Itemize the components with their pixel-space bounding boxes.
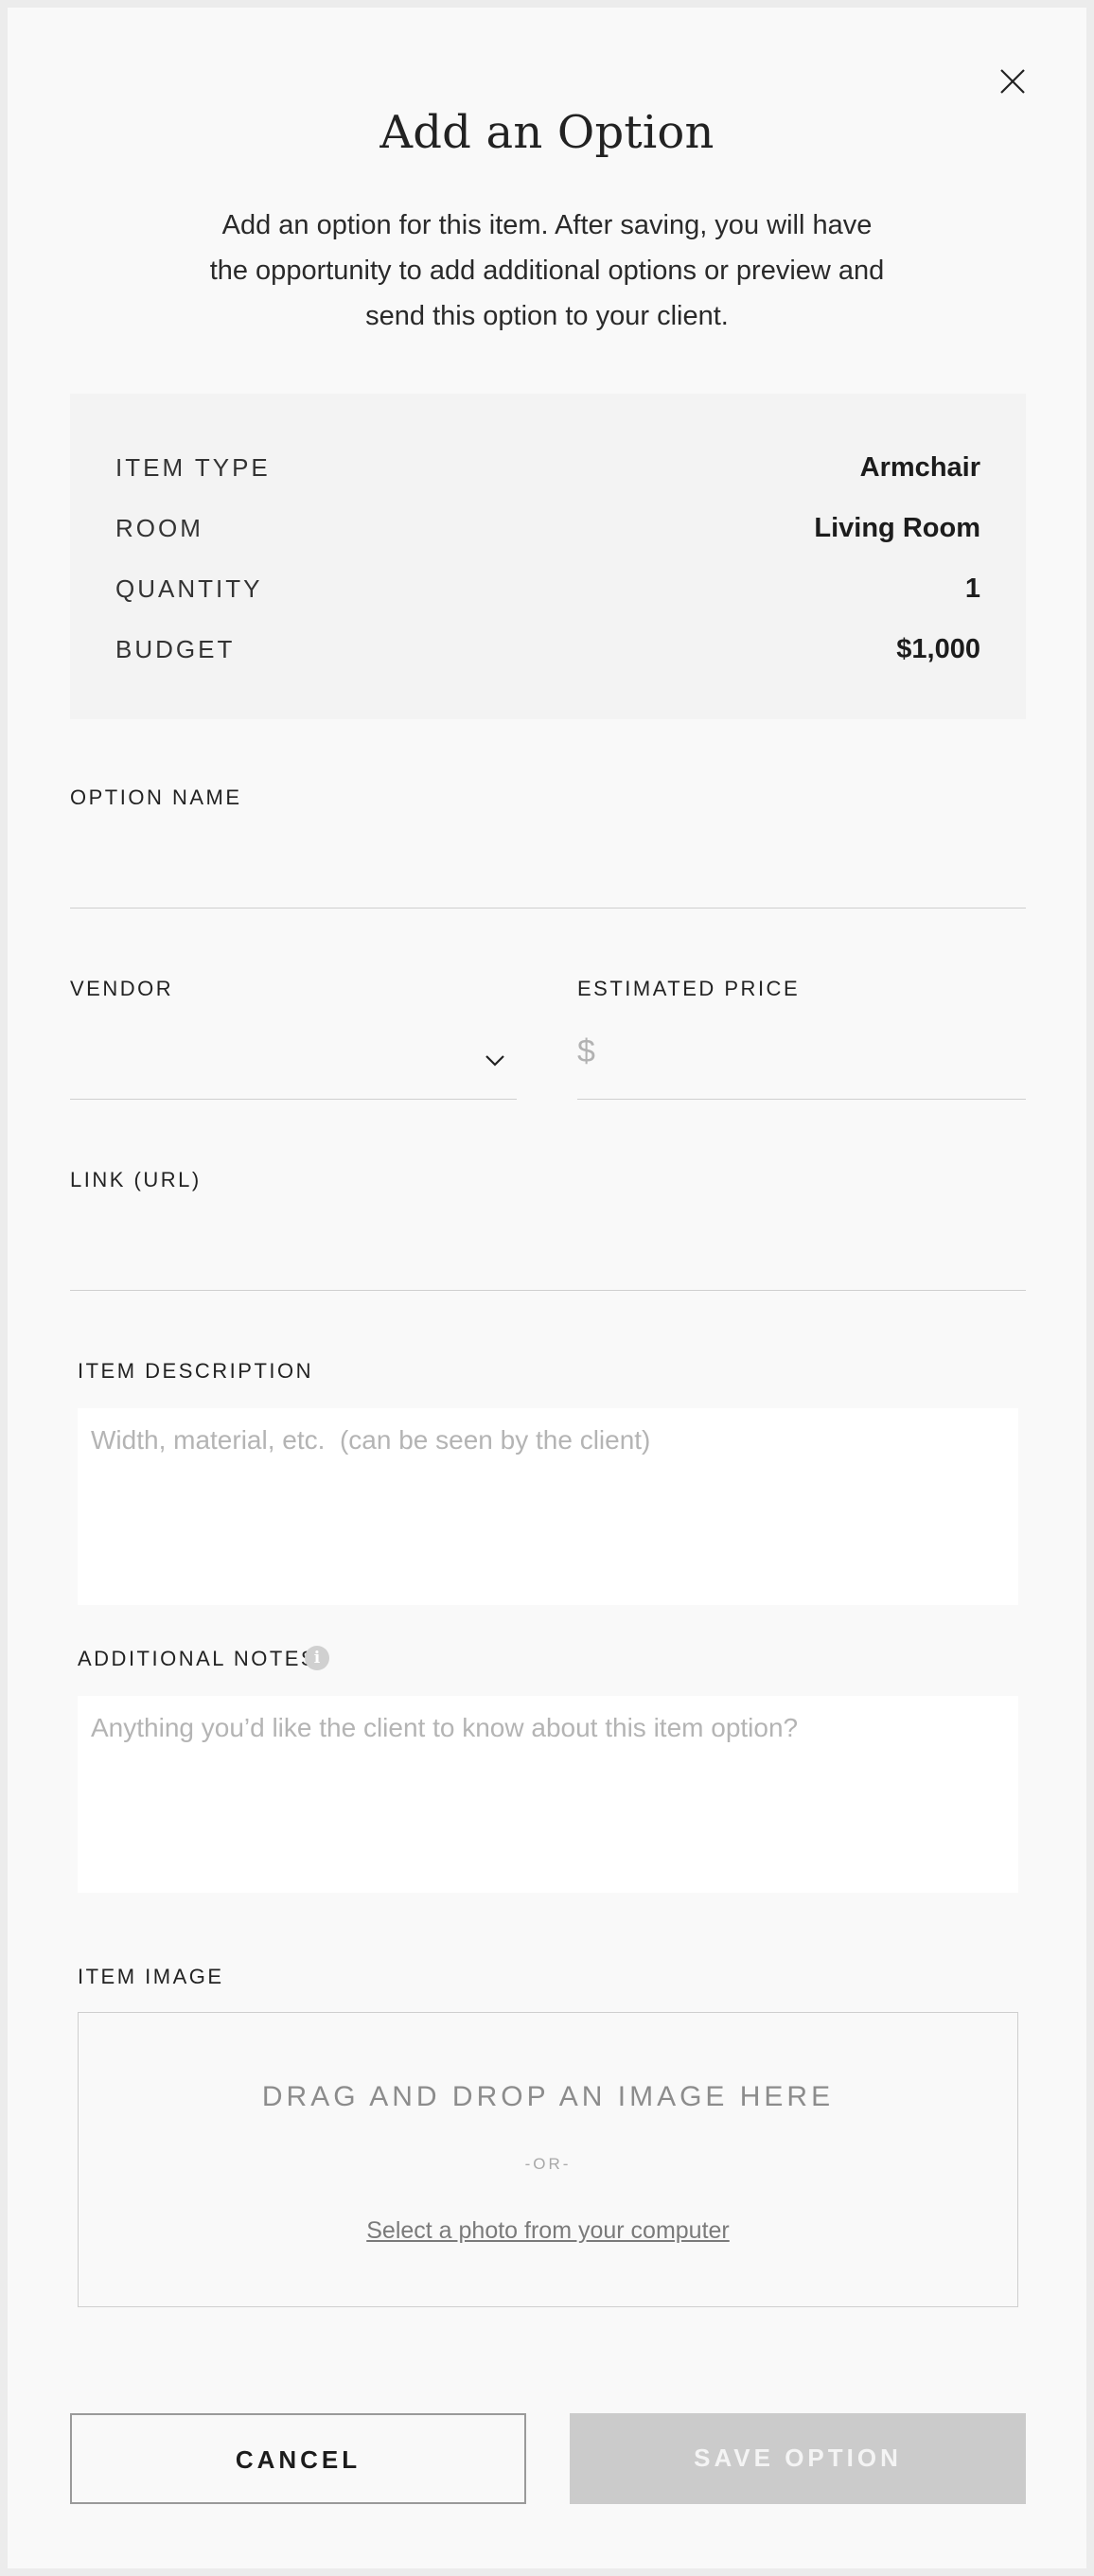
- estimated-price-label: ESTIMATED PRICE: [577, 977, 801, 1000]
- item-description-label: ITEM DESCRIPTION: [78, 1359, 314, 1383]
- modal-subtitle: Add an option for this item. After savin…: [209, 210, 885, 331]
- dropzone-or-text: -OR-: [524, 2155, 572, 2173]
- additional-notes-textarea[interactable]: [78, 1696, 1018, 1893]
- chevron-down-icon: [485, 1055, 504, 1067]
- vendor-select[interactable]: [70, 1016, 517, 1100]
- dropzone-text: DRAG AND DROP AN IMAGE HERE: [261, 2081, 835, 2112]
- summary-row-room: ROOM Living Room: [115, 509, 980, 547]
- summary-value: Living Room: [814, 513, 980, 543]
- cancel-button[interactable]: CANCEL: [70, 2413, 526, 2504]
- summary-value: 1: [964, 573, 980, 604]
- summary-label: QUANTITY: [115, 574, 263, 603]
- summary-label: ROOM: [115, 514, 203, 542]
- estimated-price-input[interactable]: [577, 1016, 1026, 1100]
- summary-value: Armchair: [859, 452, 980, 483]
- info-icon[interactable]: i: [305, 1646, 329, 1670]
- summary-label: BUDGET: [115, 635, 236, 663]
- item-summary-panel: ITEM TYPE Armchair ROOM Living Room QUAN…: [70, 394, 1026, 719]
- image-dropzone[interactable]: DRAG AND DROP AN IMAGE HERE -OR- Select …: [78, 2012, 1018, 2307]
- summary-row-item-type: ITEM TYPE Armchair: [115, 449, 980, 486]
- option-name-input[interactable]: [70, 827, 1026, 909]
- summary-row-budget: BUDGET $1,000: [115, 630, 980, 668]
- link-url-label: LINK (URL): [70, 1168, 202, 1191]
- save-option-button[interactable]: SAVE OPTION: [570, 2413, 1026, 2504]
- additional-notes-label: ADDITIONAL NOTES: [78, 1647, 318, 1670]
- option-name-label: OPTION NAME: [70, 785, 242, 809]
- link-url-input[interactable]: [70, 1208, 1026, 1291]
- summary-value: $1,000: [896, 634, 980, 664]
- summary-row-quantity: QUANTITY 1: [115, 570, 980, 608]
- item-description-textarea[interactable]: [78, 1408, 1018, 1605]
- modal-title: Add an Option: [379, 106, 715, 159]
- vendor-label: VENDOR: [70, 977, 174, 1000]
- close-icon: [1000, 69, 1025, 94]
- summary-label: ITEM TYPE: [115, 453, 271, 482]
- close-button[interactable]: [994, 62, 1032, 100]
- select-photo-link[interactable]: Select a photo from your computer: [79, 2217, 1017, 2245]
- item-image-label: ITEM IMAGE: [78, 1965, 224, 1988]
- add-option-modal: Add an Option Add an option for this ite…: [8, 8, 1086, 2568]
